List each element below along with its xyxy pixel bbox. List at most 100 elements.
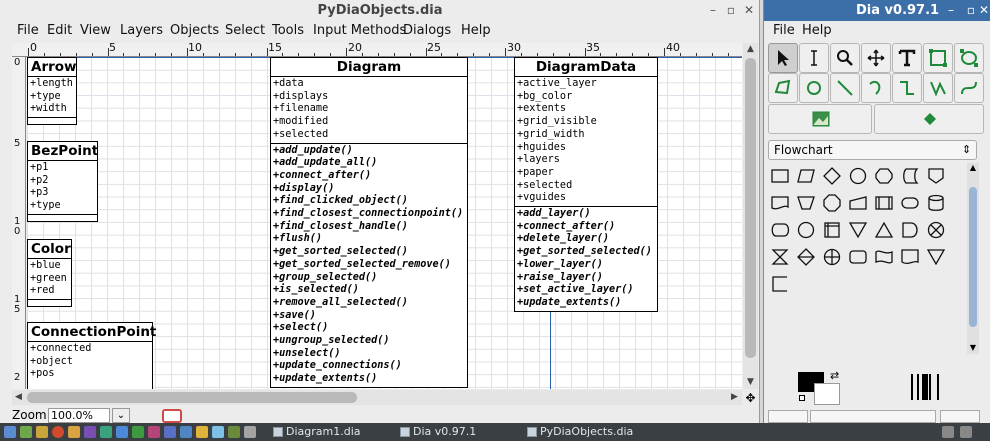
box-tool[interactable]	[923, 43, 953, 73]
uml-class-color[interactable]: Color +blue +green +red	[27, 239, 72, 308]
shapes-scrollbar[interactable]: ▲ ▼	[967, 163, 979, 354]
document-icon[interactable]	[116, 426, 128, 438]
arrow-start-selector[interactable]	[768, 410, 808, 423]
menu-view[interactable]: View	[80, 21, 111, 41]
zoom-dropdown-chevron-icon[interactable]: ⌄	[112, 408, 130, 423]
internal-storage-shape[interactable]	[820, 218, 844, 242]
volume-icon[interactable]	[942, 426, 954, 438]
line-width-selector[interactable]	[906, 372, 946, 402]
card-shape[interactable]	[898, 245, 922, 269]
line-tool[interactable]	[830, 73, 860, 103]
draw-icon[interactable]	[180, 426, 192, 438]
image-tool[interactable]	[768, 104, 872, 134]
menu-file[interactable]: File	[17, 21, 39, 41]
offpage-reference-shape[interactable]	[924, 245, 948, 269]
text-edit-tool[interactable]	[799, 43, 829, 73]
arrow-end-selector[interactable]	[940, 410, 980, 423]
uml-class-connectionpoint[interactable]: ConnectionPoint +connected +object +pos	[27, 322, 156, 389]
document-shape[interactable]	[768, 191, 792, 215]
summing-junction-shape[interactable]	[794, 218, 818, 242]
menu-layers[interactable]: Layers	[120, 21, 163, 41]
connector-shape[interactable]	[846, 164, 870, 188]
snap-toggle-icon[interactable]	[162, 409, 182, 423]
app-menu-icon[interactable]	[4, 426, 16, 438]
merge-shape[interactable]	[846, 218, 870, 242]
mail-icon[interactable]	[84, 426, 96, 438]
modify-tool[interactable]	[768, 43, 798, 73]
terminal-icon[interactable]	[20, 426, 32, 438]
offpage-connector-shape[interactable]	[924, 164, 948, 188]
default-colors-icon[interactable]	[799, 395, 805, 401]
decision-shape[interactable]	[820, 164, 844, 188]
horizontal-scroll-thumb[interactable]	[27, 392, 357, 403]
uml-class-diagram[interactable]: Diagram +data +displays +filename +modified…	[270, 57, 468, 388]
polyline-tool[interactable]	[923, 73, 953, 103]
display-shape[interactable]	[768, 218, 792, 242]
extract-shape[interactable]	[872, 218, 896, 242]
summing-or-shape[interactable]	[820, 245, 844, 269]
swap-colors-icon[interactable]: ⇄	[830, 369, 839, 382]
text-tool[interactable]	[892, 43, 922, 73]
menu-select[interactable]: Select	[225, 21, 265, 41]
scroll-up-icon[interactable]: ▲	[744, 43, 757, 56]
background-color-swatch[interactable]	[814, 383, 840, 405]
manual-operation-shape[interactable]	[794, 191, 818, 215]
zoom-input[interactable]: 100.0%	[48, 408, 110, 423]
network-icon[interactable]	[212, 426, 224, 438]
bezierline-tool[interactable]	[954, 73, 984, 103]
data-shape[interactable]	[794, 164, 818, 188]
sort-shape[interactable]	[794, 245, 818, 269]
scroll-right-icon[interactable]: ▶	[728, 391, 741, 404]
collate-shape[interactable]	[768, 245, 792, 269]
scroll-left-icon[interactable]: ◀	[12, 391, 25, 404]
line-style-selector[interactable]	[810, 410, 936, 423]
minimize-icon[interactable]: –	[706, 3, 720, 17]
scroll-down-icon[interactable]: ▼	[744, 376, 757, 389]
beziergon-tool[interactable]	[799, 73, 829, 103]
clock-icon[interactable]	[960, 426, 972, 438]
annotation-shape[interactable]	[768, 272, 792, 296]
preparation-shape[interactable]	[872, 164, 896, 188]
predefined-process-shape[interactable]	[872, 191, 896, 215]
scroll-tool[interactable]	[861, 43, 891, 73]
delay-shape[interactable]	[898, 218, 922, 242]
polygon-tool[interactable]	[768, 73, 798, 103]
process-shape[interactable]	[768, 164, 792, 188]
ellipse-tool[interactable]	[954, 43, 984, 73]
outline-tool[interactable]	[874, 104, 984, 134]
browser-icon[interactable]	[52, 426, 64, 438]
files-icon[interactable]	[36, 426, 48, 438]
task-diagram1[interactable]: Diagram1.dia	[270, 424, 392, 440]
minimize-icon[interactable]: –	[944, 3, 958, 17]
menu-help[interactable]: Help	[461, 21, 491, 41]
dia-launcher-icon[interactable]	[228, 426, 240, 438]
folder-icon[interactable]	[68, 426, 80, 438]
database-shape[interactable]	[924, 191, 948, 215]
terminator-shape[interactable]	[898, 191, 922, 215]
magnify-tool[interactable]	[830, 43, 860, 73]
arc-tool[interactable]	[861, 73, 891, 103]
vertical-scroll-thumb[interactable]	[745, 58, 756, 358]
maximize-icon[interactable]: ▫	[964, 3, 978, 17]
scroll-up-icon[interactable]: ▲	[967, 163, 979, 173]
spreadsheet-icon[interactable]	[132, 426, 144, 438]
scroll-down-icon[interactable]: ▼	[967, 343, 979, 353]
menu-dialogs[interactable]: Dialogs	[403, 21, 451, 41]
alternate-process-shape[interactable]	[846, 245, 870, 269]
task-toolbox[interactable]: Dia v0.97.1	[397, 424, 519, 440]
maximize-icon[interactable]: ▫	[724, 3, 738, 17]
star-icon[interactable]	[196, 426, 208, 438]
tray-icon[interactable]	[244, 426, 256, 438]
manual-input-shape[interactable]	[846, 191, 870, 215]
editor-icon[interactable]	[100, 426, 112, 438]
close-icon[interactable]: ✕	[742, 3, 756, 17]
navigate-icon[interactable]: ✥	[743, 391, 758, 406]
punched-tape-shape[interactable]	[872, 245, 896, 269]
uml-class-arrow[interactable]: Arrow +length +type +width	[27, 57, 77, 126]
menu-input-methods[interactable]: Input Methods	[313, 21, 406, 41]
uml-class-diagramdata[interactable]: DiagramData +active_layer +bg_color +exten…	[514, 57, 658, 312]
zigzag-line-tool[interactable]	[892, 73, 922, 103]
or-shape[interactable]	[924, 218, 948, 242]
diagram-canvas[interactable]: Arrow +length +type +width BezPoint +p1 …	[27, 57, 742, 389]
close-icon[interactable]: ✕	[978, 3, 990, 17]
